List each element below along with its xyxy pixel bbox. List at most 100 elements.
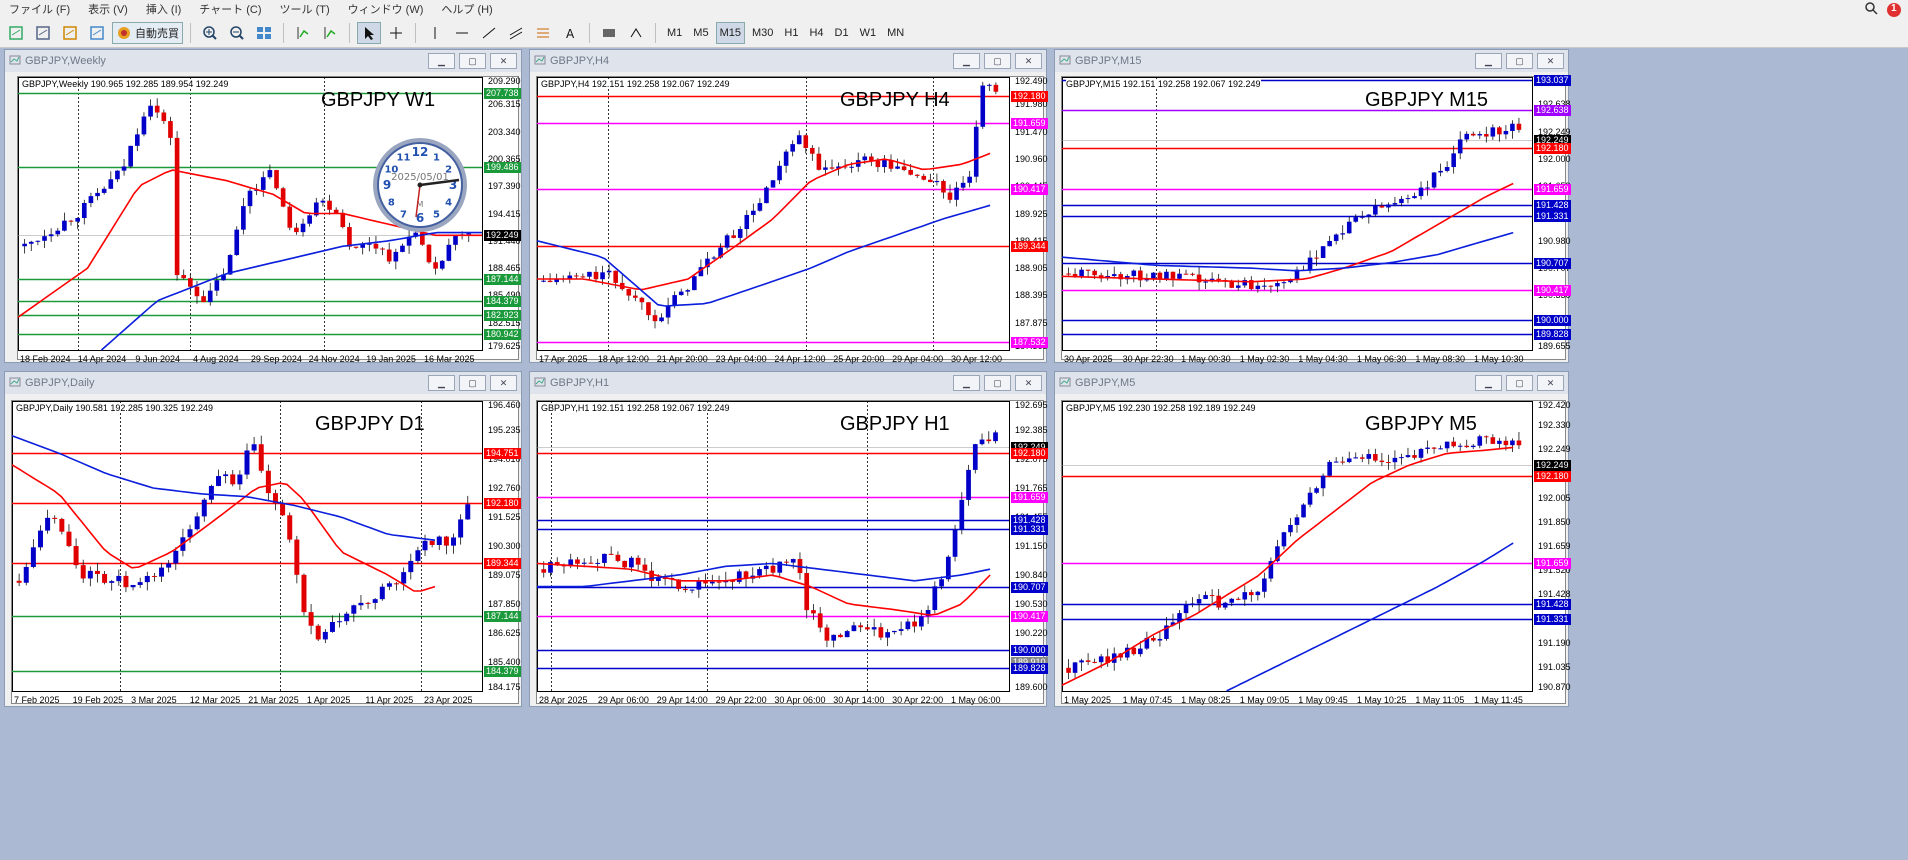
x-tick-label: 30 Apr 22:00 bbox=[892, 695, 944, 705]
candle-up bbox=[871, 627, 877, 630]
window-titlebar[interactable]: GBPJPY,Weekly ▁ ▢ ✕ bbox=[5, 50, 521, 72]
horizontal-line-icon[interactable] bbox=[450, 22, 474, 44]
window-titlebar[interactable]: GBPJPY,M15 ▁ ▢ ✕ bbox=[1055, 50, 1568, 72]
close-icon[interactable]: ✕ bbox=[1015, 375, 1042, 391]
chart-plot[interactable]: GBPJPY,Daily 190.581 192.285 190.325 192… bbox=[11, 400, 521, 705]
candle-down bbox=[593, 271, 599, 280]
maximize-icon[interactable]: ▢ bbox=[984, 375, 1011, 391]
y-tick-label: 191.428 bbox=[1538, 589, 1571, 600]
candle-down bbox=[102, 573, 108, 583]
clock-numeral: 9 bbox=[383, 178, 391, 192]
new-chart-icon[interactable] bbox=[4, 22, 28, 44]
maximize-icon[interactable]: ▢ bbox=[459, 53, 486, 69]
candle-down bbox=[80, 565, 86, 579]
channel-icon[interactable] bbox=[504, 22, 528, 44]
moving-average-fast bbox=[1062, 446, 1514, 686]
minimize-icon[interactable]: ▁ bbox=[953, 53, 980, 69]
candle-up bbox=[823, 167, 828, 170]
text-icon[interactable]: A bbox=[558, 22, 582, 44]
tile-windows-icon[interactable] bbox=[252, 22, 276, 44]
navigator-icon[interactable] bbox=[85, 22, 109, 44]
candle-up bbox=[1438, 448, 1443, 450]
close-icon[interactable]: ✕ bbox=[1015, 53, 1042, 69]
candle-down bbox=[194, 286, 200, 297]
menu-item-5[interactable]: ウィンドウ (W) bbox=[339, 1, 433, 17]
minimize-icon[interactable]: ▁ bbox=[428, 53, 455, 69]
search-icon[interactable] bbox=[1864, 1, 1878, 18]
timeframe-w1-button[interactable]: W1 bbox=[856, 22, 881, 44]
menu-item-0[interactable]: ファイル (F) bbox=[0, 1, 79, 17]
close-icon[interactable]: ✕ bbox=[1537, 53, 1564, 69]
vertical-line-icon[interactable] bbox=[423, 22, 447, 44]
crosshair-icon[interactable] bbox=[384, 22, 408, 44]
menu-item-2[interactable]: 挿入 (I) bbox=[137, 1, 190, 17]
timeframe-m1-button[interactable]: M1 bbox=[663, 22, 686, 44]
minimize-icon[interactable]: ▁ bbox=[1475, 53, 1502, 69]
candle-up bbox=[1294, 517, 1300, 525]
zoom-in-icon[interactable] bbox=[198, 22, 222, 44]
candle-down bbox=[1190, 273, 1195, 275]
chart-window-m5[interactable]: GBPJPY,M5 ▁ ▢ ✕ GBPJPY,M5 192.230 192.258 19… bbox=[1054, 371, 1571, 707]
y-tick-label: 184.175 bbox=[488, 682, 521, 692]
chart-shift-icon[interactable] bbox=[291, 22, 315, 44]
trendline-icon[interactable] bbox=[477, 22, 501, 44]
candle-down bbox=[639, 297, 645, 303]
candle-up bbox=[1510, 123, 1515, 131]
close-icon[interactable]: ✕ bbox=[490, 375, 517, 391]
candle-down bbox=[824, 627, 830, 641]
timeframe-h4-button[interactable]: H4 bbox=[805, 22, 827, 44]
candle-down bbox=[804, 573, 810, 611]
chart-window-h1[interactable]: GBPJPY,H1 ▁ ▢ ✕ GBPJPY,H1 192.151 192.258 19… bbox=[529, 371, 1048, 707]
window-titlebar[interactable]: GBPJPY,H1 ▁ ▢ ✕ bbox=[530, 372, 1046, 394]
arrows-icon[interactable] bbox=[624, 22, 648, 44]
candle-down bbox=[59, 518, 65, 532]
price-tag: 192.180 bbox=[1534, 142, 1571, 154]
price-tag: 194.751 bbox=[484, 448, 521, 460]
fibonacci-icon[interactable] bbox=[531, 22, 555, 44]
maximize-icon[interactable]: ▢ bbox=[984, 53, 1011, 69]
chart-window-w1[interactable]: GBPJPY,Weekly ▁ ▢ ✕ GBPJPY,Weekly 190.965 19… bbox=[4, 49, 522, 364]
close-icon[interactable]: ✕ bbox=[1537, 375, 1564, 391]
chart-plot[interactable]: GBPJPY,H1 192.151 192.258 192.067 192.24… bbox=[536, 400, 1048, 705]
timeframe-m15-button[interactable]: M15 bbox=[715, 21, 745, 44]
notification-icon[interactable]: 1 bbox=[1886, 2, 1902, 18]
window-titlebar[interactable]: GBPJPY,M5 ▁ ▢ ✕ bbox=[1055, 372, 1568, 394]
timeframe-m5-button[interactable]: M5 bbox=[689, 22, 712, 44]
x-tick-label: 9 Jun 2024 bbox=[135, 354, 180, 364]
zoom-out-icon[interactable] bbox=[225, 22, 249, 44]
candle-down bbox=[274, 170, 279, 189]
market-watch-icon[interactable] bbox=[58, 22, 82, 44]
profiles-icon[interactable] bbox=[31, 22, 55, 44]
menu-item-1[interactable]: 表示 (V) bbox=[79, 1, 137, 17]
candle-up bbox=[453, 235, 458, 245]
candle-up bbox=[692, 276, 697, 291]
maximize-icon[interactable]: ▢ bbox=[459, 375, 486, 391]
chart-window-m15[interactable]: GBPJPY,M15 ▁ ▢ ✕ GBPJPY,M15 192.151 192.258 … bbox=[1054, 49, 1571, 364]
maximize-icon[interactable]: ▢ bbox=[1506, 375, 1533, 391]
chart-plot[interactable]: GBPJPY,H4 192.151 192.258 192.067 192.24… bbox=[536, 76, 1048, 364]
cursor-icon[interactable] bbox=[357, 21, 381, 44]
menu-item-6[interactable]: ヘルプ (H) bbox=[432, 1, 501, 17]
window-titlebar[interactable]: GBPJPY,H4 ▁ ▢ ✕ bbox=[530, 50, 1046, 72]
timeframe-d1-button[interactable]: D1 bbox=[831, 22, 853, 44]
maximize-icon[interactable]: ▢ bbox=[1506, 53, 1533, 69]
chart-plot[interactable]: GBPJPY,M15 192.151 192.258 192.067 192.2… bbox=[1061, 74, 1571, 364]
autotrade-button[interactable]: 自動売買 bbox=[112, 21, 183, 44]
chart-plot[interactable]: GBPJPY,Weekly 190.965 192.285 189.954 19… bbox=[17, 76, 521, 364]
minimize-icon[interactable]: ▁ bbox=[1475, 375, 1502, 391]
chart-window-d1[interactable]: GBPJPY,Daily ▁ ▢ ✕ GBPJPY,Daily 190.581 192.… bbox=[4, 371, 522, 707]
window-titlebar[interactable]: GBPJPY,Daily ▁ ▢ ✕ bbox=[5, 372, 521, 394]
close-icon[interactable]: ✕ bbox=[490, 53, 517, 69]
timeframe-h1-button[interactable]: H1 bbox=[780, 22, 802, 44]
chart-plot[interactable]: GBPJPY,M5 192.230 192.258 192.189 192.24… bbox=[1061, 400, 1571, 705]
candle-up bbox=[1301, 504, 1306, 518]
chart-window-h4[interactable]: GBPJPY,H4 ▁ ▢ ✕ GBPJPY,H4 192.151 192.258 19… bbox=[529, 49, 1048, 364]
menu-item-4[interactable]: ツール (T) bbox=[271, 1, 339, 17]
menu-item-3[interactable]: チャート (C) bbox=[190, 1, 270, 17]
label-icon[interactable] bbox=[597, 22, 621, 44]
autoscroll-icon[interactable] bbox=[318, 22, 342, 44]
timeframe-mn-button[interactable]: MN bbox=[883, 22, 908, 44]
timeframe-m30-button[interactable]: M30 bbox=[748, 22, 777, 44]
minimize-icon[interactable]: ▁ bbox=[428, 375, 455, 391]
minimize-icon[interactable]: ▁ bbox=[953, 375, 980, 391]
